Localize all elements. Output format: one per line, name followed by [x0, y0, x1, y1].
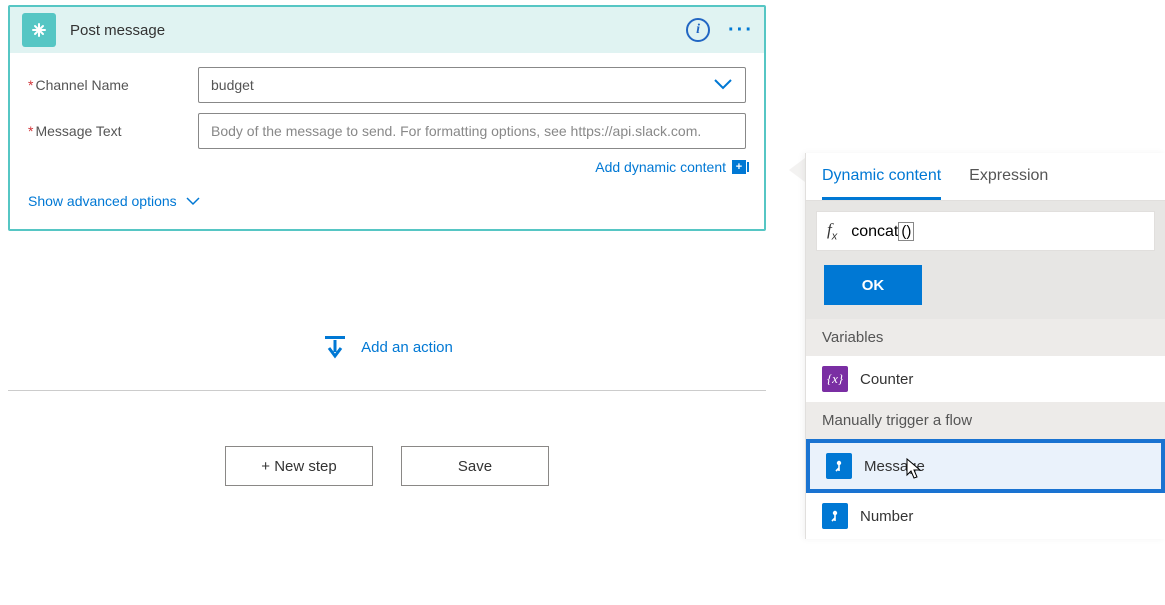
dynamic-content-panel: Dynamic content Expression fx concat() O… — [805, 153, 1165, 539]
panel-tabs: Dynamic content Expression — [806, 153, 1165, 201]
add-action-icon — [321, 334, 349, 360]
tab-expression[interactable]: Expression — [969, 167, 1048, 200]
card-body: *Channel Name budget *Message Text Add d… — [10, 53, 764, 229]
add-dynamic-content-link[interactable]: Add dynamic content + — [595, 159, 746, 175]
dynamic-item-counter[interactable]: {x} Counter — [806, 356, 1165, 402]
footer-buttons: + New step Save — [8, 446, 766, 486]
input-icon — [826, 453, 852, 479]
more-menu-icon[interactable]: ··· — [728, 19, 754, 42]
card-title: Post message — [70, 22, 165, 39]
message-text-row: *Message Text — [28, 113, 746, 149]
channel-name-select[interactable]: budget — [198, 67, 746, 103]
input-icon — [822, 503, 848, 529]
message-text-input[interactable] — [211, 114, 733, 148]
slack-icon — [22, 13, 56, 47]
show-advanced-row: Show advanced options — [28, 193, 746, 211]
dynamic-item-number[interactable]: Number — [806, 493, 1165, 539]
chevron-down-icon — [713, 77, 733, 93]
add-dynamic-content-row: Add dynamic content + — [28, 159, 746, 175]
dynamic-item-message[interactable]: Message — [806, 439, 1165, 493]
add-action-row: Add an action — [8, 316, 766, 391]
add-action-link[interactable]: Add an action — [321, 334, 453, 360]
ok-button[interactable]: OK — [824, 265, 922, 305]
variable-icon: {x} — [822, 366, 848, 392]
new-step-button[interactable]: + New step — [225, 446, 373, 486]
add-dynamic-content-icon: + — [732, 160, 746, 174]
channel-name-value: budget — [211, 77, 254, 93]
callout-pointer — [789, 158, 805, 182]
expression-area: fx concat() OK — [806, 201, 1165, 319]
message-text-input-wrapper[interactable] — [198, 113, 746, 149]
section-variables: Variables — [806, 319, 1165, 356]
post-message-card: Post message i ··· *Channel Name budget … — [8, 5, 766, 231]
info-icon[interactable]: i — [686, 18, 710, 42]
chevron-down-icon — [185, 193, 201, 209]
fx-icon: fx — [827, 220, 837, 242]
formula-caret: () — [898, 222, 914, 241]
show-advanced-options-link[interactable]: Show advanced options — [28, 193, 201, 209]
save-button[interactable]: Save — [401, 446, 549, 486]
formula-text: concat() — [851, 222, 914, 241]
formula-input-row[interactable]: fx concat() — [816, 211, 1155, 251]
card-header[interactable]: Post message i ··· — [10, 7, 764, 53]
section-trigger: Manually trigger a flow — [806, 402, 1165, 439]
channel-name-label: *Channel Name — [28, 77, 198, 93]
message-text-label: *Message Text — [28, 123, 198, 139]
tab-dynamic-content[interactable]: Dynamic content — [822, 167, 941, 200]
channel-name-row: *Channel Name budget — [28, 67, 746, 103]
